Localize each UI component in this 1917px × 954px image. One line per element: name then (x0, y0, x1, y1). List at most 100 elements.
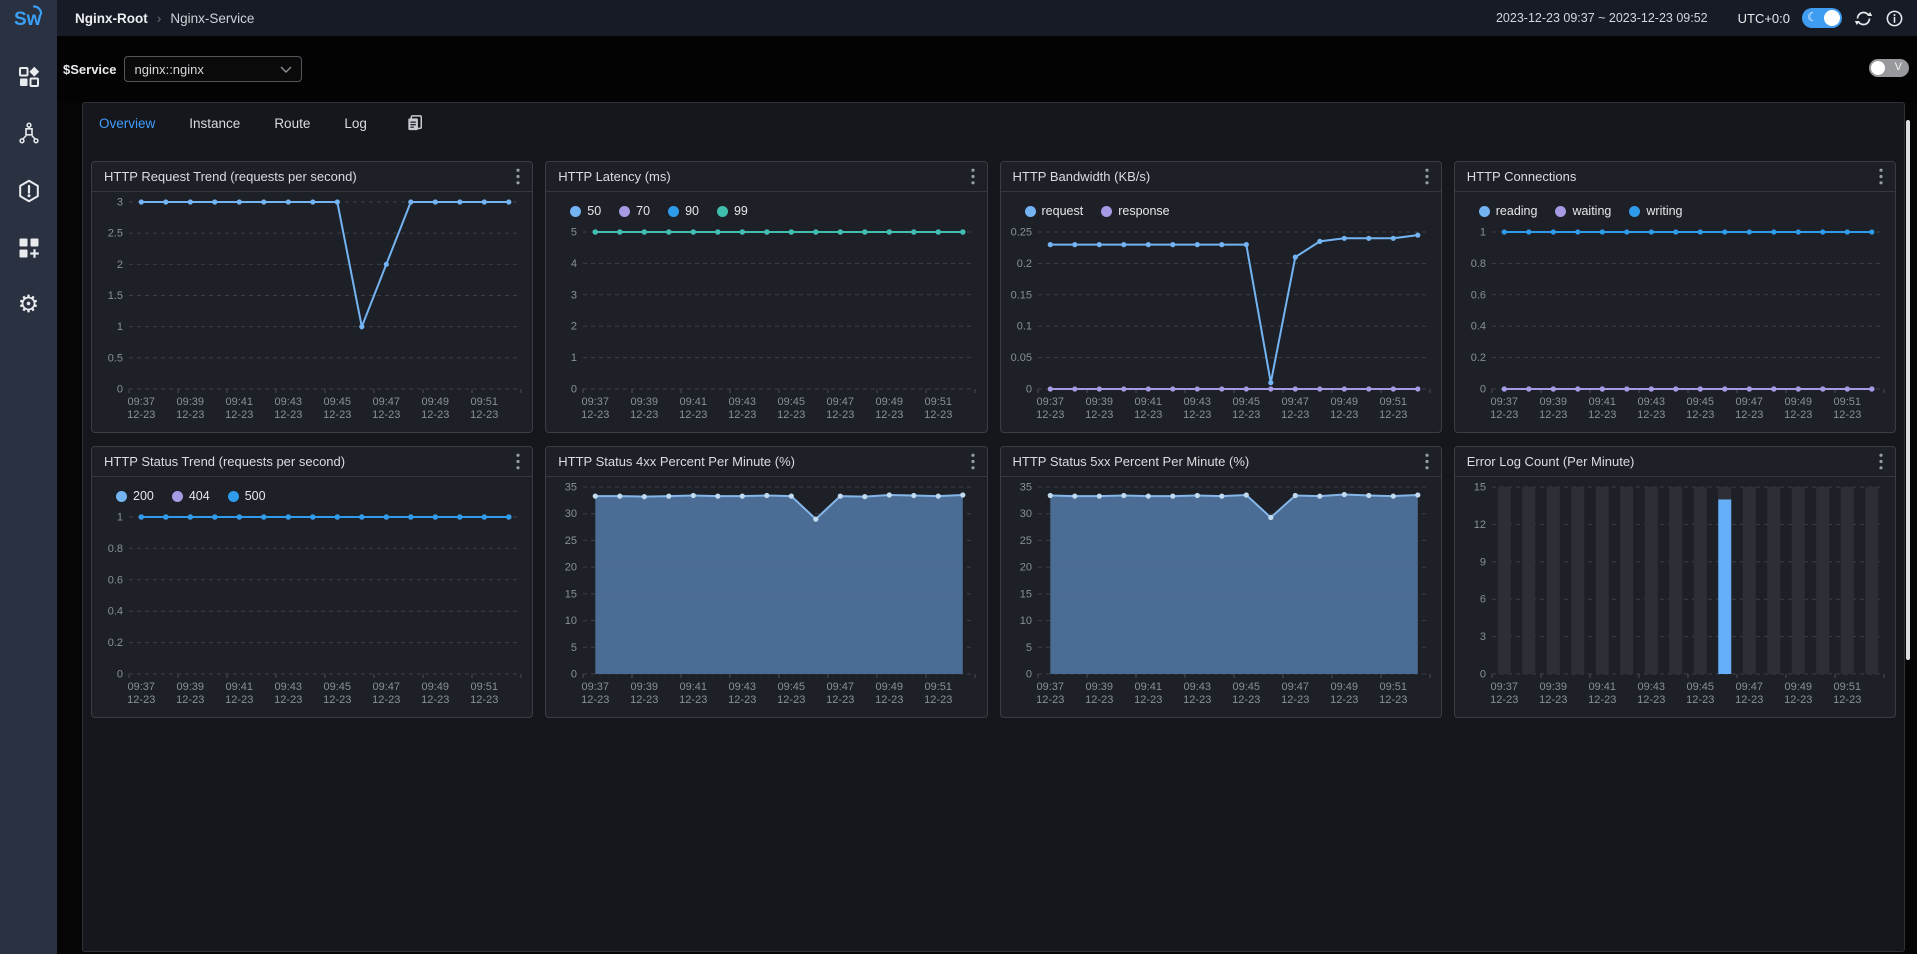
svg-text:0: 0 (117, 669, 123, 681)
service-select[interactable]: nginx::nginx (124, 56, 302, 82)
svg-text:25: 25 (565, 535, 577, 547)
kebab-menu-icon[interactable] (1877, 451, 1885, 472)
legend-label: reading (1496, 204, 1538, 218)
svg-text:12-23: 12-23 (581, 409, 609, 421)
legend-label: 200 (133, 489, 154, 503)
svg-text:12-23: 12-23 (1539, 409, 1567, 421)
svg-text:12-23: 12-23 (225, 409, 253, 421)
svg-text:12-23: 12-23 (728, 409, 756, 421)
tab-route[interactable]: Route (274, 116, 310, 131)
timezone-label[interactable]: UTC+0:0 (1738, 11, 1790, 26)
svg-text:12-23: 12-23 (630, 409, 658, 421)
copy-icon[interactable] (405, 113, 425, 133)
chart-card-http-bandwidth: HTTP Bandwidth (KB/s)requestresponse0.25… (1000, 161, 1442, 433)
legend-item[interactable]: 500 (228, 489, 266, 503)
legend-item[interactable]: request (1025, 204, 1084, 218)
svg-text:12-23: 12-23 (127, 409, 155, 421)
legend-item[interactable]: 70 (619, 204, 650, 218)
legend-item[interactable]: 404 (172, 489, 210, 503)
svg-text:09:39: 09:39 (176, 396, 204, 408)
kebab-menu-icon[interactable] (969, 451, 977, 472)
chart-card-header: Error Log Count (Per Minute) (1455, 447, 1895, 477)
refresh-icon[interactable] (1854, 9, 1873, 28)
legend-item[interactable]: 50 (570, 204, 601, 218)
sidebar-item-settings-widgets[interactable] (0, 235, 57, 261)
time-range-picker[interactable]: 2023-12-23 09:37 ~ 2023-12-23 09:52 (1496, 11, 1708, 25)
kebab-menu-icon[interactable] (514, 451, 522, 472)
svg-text:09:41: 09:41 (225, 396, 253, 408)
top-bar-controls: 2023-12-23 09:37 ~ 2023-12-23 09:52 UTC+… (1496, 8, 1904, 28)
svg-text:09:49: 09:49 (876, 396, 904, 408)
chart-card-header: HTTP Bandwidth (KB/s) (1001, 162, 1441, 192)
sidebar-menu: ⚙ (0, 36, 57, 318)
info-icon[interactable] (1885, 9, 1904, 28)
legend-label: response (1118, 204, 1169, 218)
chart-card-http-latency: HTTP Latency (ms)5070909954321009:3712-2… (545, 161, 987, 433)
version-toggle[interactable]: V (1869, 59, 1909, 77)
svg-text:0.4: 0.4 (1470, 321, 1485, 333)
sidebar-item-alarms[interactable] (0, 178, 57, 204)
scrollbar-thumb[interactable] (1906, 120, 1910, 660)
svg-text:09:47: 09:47 (1735, 681, 1763, 693)
svg-text:5: 5 (1025, 642, 1031, 654)
legend-item[interactable]: writing (1629, 204, 1682, 218)
kebab-menu-icon[interactable] (1423, 451, 1431, 472)
svg-text:09:43: 09:43 (1183, 396, 1211, 408)
chart-title: HTTP Bandwidth (KB/s) (1013, 169, 1151, 184)
svg-text:09:47: 09:47 (827, 681, 855, 693)
legend-item[interactable]: 200 (116, 489, 154, 503)
breadcrumb-current: Nginx-Service (170, 11, 254, 26)
legend-item[interactable]: 90 (668, 204, 699, 218)
svg-text:09:43: 09:43 (729, 396, 757, 408)
tab-overview[interactable]: Overview (99, 116, 155, 131)
svg-text:12-23: 12-23 (1490, 409, 1518, 421)
svg-text:0: 0 (1480, 384, 1486, 396)
svg-text:09:43: 09:43 (729, 681, 757, 693)
svg-text:0: 0 (571, 669, 577, 681)
svg-text:12-23: 12-23 (1379, 694, 1407, 706)
svg-text:12-23: 12-23 (1735, 694, 1763, 706)
dark-mode-toggle[interactable]: ☾ (1802, 8, 1842, 28)
chart-title: Error Log Count (Per Minute) (1467, 454, 1635, 469)
svg-text:12-23: 12-23 (1330, 694, 1358, 706)
breadcrumb-root[interactable]: Nginx-Root (75, 11, 148, 26)
svg-text:12-23: 12-23 (274, 409, 302, 421)
sidebar-item-settings[interactable]: ⚙ (0, 292, 57, 318)
chart-card-header: HTTP Connections (1455, 162, 1895, 192)
svg-text:12-23: 12-23 (924, 409, 952, 421)
svg-text:09:49: 09:49 (1330, 396, 1358, 408)
svg-text:12-23: 12-23 (372, 694, 400, 706)
chart-title: HTTP Status 4xx Percent Per Minute (%) (558, 454, 795, 469)
sidebar-item-dashboards[interactable] (0, 64, 57, 90)
legend-item[interactable]: waiting (1555, 204, 1611, 218)
tab-log[interactable]: Log (344, 116, 367, 131)
kebab-menu-icon[interactable] (969, 166, 977, 187)
svg-text:12-23: 12-23 (679, 694, 707, 706)
svg-text:12-23: 12-23 (470, 409, 498, 421)
kebab-menu-icon[interactable] (1877, 166, 1885, 187)
chevron-down-icon (280, 66, 292, 73)
svg-text:09:41: 09:41 (1588, 396, 1616, 408)
tab-instance[interactable]: Instance (189, 116, 240, 131)
svg-text:12-23: 12-23 (1134, 694, 1162, 706)
kebab-menu-icon[interactable] (514, 166, 522, 187)
legend-label: 90 (685, 204, 699, 218)
svg-text:30: 30 (1019, 508, 1031, 520)
chart-card-header: HTTP Status 5xx Percent Per Minute (%) (1001, 447, 1441, 477)
dashboards-icon (17, 65, 41, 89)
legend-item[interactable]: reading (1479, 204, 1538, 218)
svg-text:0: 0 (1025, 669, 1031, 681)
sidebar-item-topology[interactable] (0, 121, 57, 147)
svg-text:09:41: 09:41 (1134, 681, 1162, 693)
legend-item[interactable]: response (1101, 204, 1169, 218)
svg-text:09:41: 09:41 (225, 681, 253, 693)
chart-canvas-http-status-5xx: 3530252015105009:3712-2309:3912-2309:411… (1001, 477, 1442, 716)
legend-dot (172, 491, 183, 502)
legend-item[interactable]: 99 (717, 204, 748, 218)
svg-text:20: 20 (565, 562, 577, 574)
toggle-knob (1824, 10, 1840, 26)
kebab-menu-icon[interactable] (1423, 166, 1431, 187)
skywalking-logo[interactable]: Sw (0, 0, 57, 36)
legend-dot (570, 206, 581, 217)
svg-text:12-23: 12-23 (1784, 694, 1812, 706)
